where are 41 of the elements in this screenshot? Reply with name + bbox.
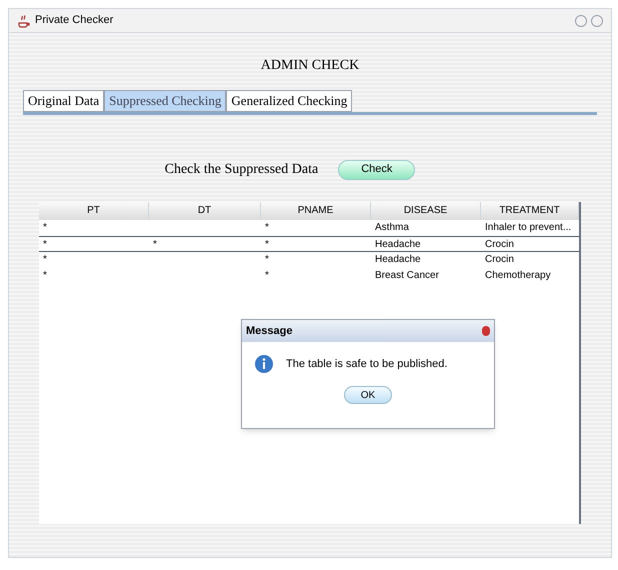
table-cell-text: Headache: [374, 238, 422, 252]
column-header[interactable]: DISEASE: [371, 202, 481, 220]
info-icon: [254, 354, 274, 374]
table-row[interactable]: * * Asthma Inhaler to prevent...: [39, 220, 579, 236]
column-header[interactable]: DT: [149, 202, 261, 220]
table-cell-text: Crocin: [484, 253, 515, 267]
tab[interactable]: Suppressed Checking: [104, 90, 226, 112]
table-row[interactable]: * * * Headache Crocin: [39, 236, 579, 252]
close-icon[interactable]: [591, 14, 603, 26]
table-cell-text: *: [264, 221, 270, 235]
table-cell-text: Asthma: [374, 221, 410, 235]
tab[interactable]: Generalized Checking: [226, 90, 352, 112]
dialog-message: The table is safe to be published.: [286, 356, 448, 372]
minimize-icon[interactable]: [575, 14, 587, 26]
table-cell-text: *: [42, 269, 48, 283]
table-cell-text: *: [264, 269, 270, 283]
heading: ADMIN CHECK: [260, 57, 360, 75]
ok-button[interactable]: OK: [344, 386, 392, 404]
close-icon[interactable]: [482, 326, 490, 336]
check-button[interactable]: Check: [338, 160, 416, 180]
table-cell-text: *: [152, 238, 158, 252]
window-title: Private Checker: [35, 13, 114, 28]
table-row[interactable]: * * Headache Crocin: [39, 252, 579, 268]
table-cell-text: Inhaler to prevent...: [484, 221, 572, 235]
tab[interactable]: Original Data: [23, 90, 104, 112]
table-cell-text: Headache: [374, 253, 422, 267]
table-cell-text: *: [42, 221, 48, 235]
dialog-title: Message: [246, 324, 294, 339]
table-cell-text: Chemotherapy: [484, 269, 552, 283]
table-cell-text: *: [264, 253, 270, 267]
column-header[interactable]: PNAME: [261, 202, 371, 220]
table-row[interactable]: * * Breast Cancer Chemotherapy: [39, 268, 579, 284]
table-cell-text: *: [42, 238, 48, 252]
column-header[interactable]: PT: [39, 202, 149, 220]
java-cup-icon: [17, 14, 31, 28]
table-cell-text: *: [42, 253, 48, 267]
table-cell-text: *: [264, 238, 270, 252]
column-header[interactable]: TREATMENT: [481, 202, 579, 220]
prompt-label: Check the Suppressed Data: [164, 161, 318, 179]
table-cell-text: Breast Cancer: [374, 269, 440, 283]
table-cell-text: Crocin: [484, 238, 515, 252]
